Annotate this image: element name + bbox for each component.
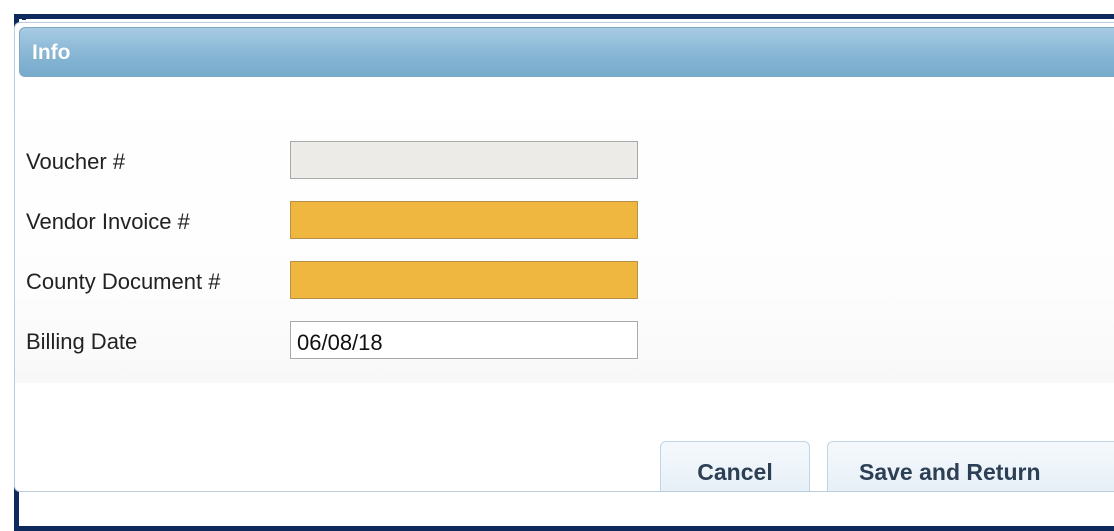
county-document-number-field[interactable] <box>290 261 638 299</box>
panel-title: Info <box>32 41 71 64</box>
vendor-invoice-number-field[interactable] <box>290 201 638 239</box>
billing-date-field[interactable] <box>290 321 638 359</box>
frame-corner-marker <box>22 16 26 20</box>
vendor-invoice-number-label: Vendor Invoice # <box>26 209 190 234</box>
voucher-number-label: Voucher # <box>26 149 126 174</box>
info-panel: Info Voucher # Vendor Invoice # County D… <box>14 22 1114 492</box>
info-panel-header: Info <box>19 27 1114 77</box>
billing-date-label: Billing Date <box>26 329 138 354</box>
county-document-number-label: County Document # <box>26 269 221 294</box>
save-and-return-button[interactable]: Save and Return <box>827 441 1114 491</box>
cancel-button[interactable]: Cancel <box>660 441 810 491</box>
voucher-number-field[interactable] <box>290 141 638 179</box>
